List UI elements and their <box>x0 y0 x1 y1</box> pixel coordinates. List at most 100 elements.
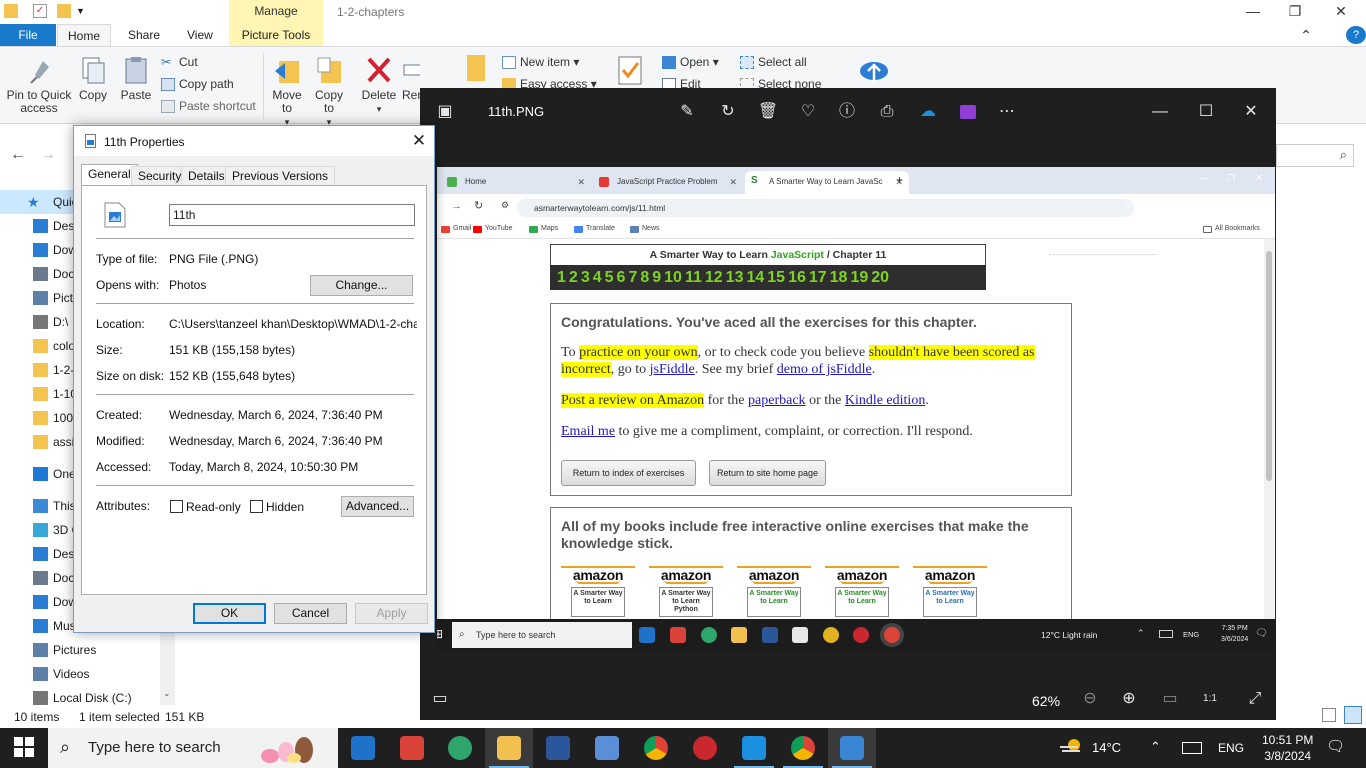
chapter-link[interactable]: 6 <box>617 265 626 290</box>
taskbar-snip[interactable] <box>388 728 436 768</box>
photos-maximize-icon[interactable]: ☐ <box>1195 101 1217 123</box>
sidebar-item[interactable]: Pict <box>0 286 75 310</box>
sidebar-item[interactable]: 1-10 <box>0 382 75 406</box>
chapter-link[interactable]: 17 <box>809 265 827 290</box>
taskbar-chrome-profile[interactable] <box>779 728 827 768</box>
sidebar-item[interactable]: 100 <box>0 406 75 430</box>
notification-icon[interactable]: 🗨 <box>1326 737 1345 755</box>
browser-menu-icon[interactable]: ⋮ <box>1257 199 1268 212</box>
delete-button[interactable]: Delete ▾ <box>360 55 398 116</box>
chapter-link[interactable]: 9 <box>652 265 661 290</box>
tab-general[interactable]: General <box>81 164 138 186</box>
chapter-link[interactable]: 16 <box>788 265 806 290</box>
select-all-button[interactable]: Select all <box>740 53 807 73</box>
chapter-link[interactable]: 19 <box>850 265 868 290</box>
book-card[interactable]: amazon A Smarter Way to Learn <box>825 566 899 626</box>
taskbar-chrome[interactable] <box>632 728 680 768</box>
tab-close-icon[interactable]: ✕ <box>577 171 585 193</box>
rotate-icon[interactable]: ↻ <box>717 101 739 123</box>
bookmark-youtube[interactable]: YouTube <box>473 225 513 233</box>
browser-minimize-icon[interactable]: — <box>1200 173 1209 183</box>
actual-size-icon[interactable]: 1:1 <box>1199 688 1221 710</box>
pin-to-quick-access-button[interactable]: Pin to Quick access <box>6 55 72 115</box>
paperback-link[interactable]: paperback <box>748 393 806 408</box>
demo-jsfiddle-link[interactable]: demo of jsFiddle <box>777 362 872 377</box>
taskbar-clock[interactable]: 10:51 PM 3/8/2024 <box>1262 732 1313 764</box>
cut-button[interactable]: ✂ Cut <box>161 53 198 73</box>
tab-share[interactable]: Share <box>118 24 170 46</box>
sidebar-item[interactable]: Videos <box>0 662 160 686</box>
sidebar-item[interactable]: Dow <box>0 238 75 262</box>
page-scroll-thumb[interactable] <box>1266 251 1272 481</box>
browser-forward-icon[interactable]: → <box>451 200 462 212</box>
new-item-button[interactable]: New item ▾ <box>502 53 579 73</box>
ok-button[interactable]: OK <box>193 603 266 624</box>
sidebar-item[interactable]: This P <box>0 494 75 518</box>
kindle-link[interactable]: Kindle edition <box>845 393 926 408</box>
bookmark-maps[interactable]: Maps <box>529 225 558 233</box>
return-to-home-button[interactable]: Return to site home page <box>709 460 826 486</box>
upload-button[interactable] <box>856 55 888 89</box>
copy-button[interactable]: Copy <box>78 55 108 102</box>
bookmark-star-icon[interactable]: ☆ <box>1122 199 1132 212</box>
scroll-down-icon[interactable]: ⌄ <box>163 688 171 699</box>
new-folder-icon[interactable] <box>57 4 71 18</box>
return-to-index-button[interactable]: Return to index of exercises <box>561 460 696 486</box>
large-icons-view-icon[interactable] <box>1344 706 1362 724</box>
details-view-icon[interactable] <box>1322 708 1336 722</box>
copy-path-button[interactable]: Copy path <box>161 75 234 95</box>
fit-to-window-icon[interactable]: ▭ <box>1159 688 1181 710</box>
filmstrip-icon[interactable]: ▭ <box>429 688 451 710</box>
tab-close-icon[interactable]: ✕ <box>729 171 737 193</box>
chapter-link[interactable]: 4 <box>593 265 602 290</box>
browser-reload-icon[interactable]: ↻ <box>474 199 483 212</box>
open-button[interactable]: Open ▾ <box>662 53 719 73</box>
dialog-close-icon[interactable]: ✕ <box>406 129 432 153</box>
favorite-heart-icon[interactable]: ♡ <box>797 101 819 123</box>
taskbar-game[interactable] <box>681 728 729 768</box>
tab-file[interactable]: File <box>0 24 56 46</box>
chapter-link[interactable]: 18 <box>830 265 848 290</box>
chapter-link[interactable]: 7 <box>628 265 637 290</box>
back-arrow-icon[interactable]: ← <box>10 146 26 164</box>
sidebar-item[interactable]: Doc <box>0 566 75 590</box>
full-screen-icon[interactable]: ⤢ <box>1244 688 1266 710</box>
photos-close-icon[interactable]: ✕ <box>1240 101 1262 123</box>
book-card[interactable]: amazon A Smarter Way to Learn <box>913 566 987 626</box>
taskbar-store[interactable] <box>583 728 631 768</box>
sidebar-item[interactable]: Desk <box>0 214 75 238</box>
sidebar-item[interactable]: D:\ <box>0 310 75 334</box>
sidebar-item[interactable]: Doc <box>0 262 75 286</box>
sidebar-item[interactable]: 3D O <box>0 518 75 542</box>
sidebar-item[interactable]: Dow <box>0 590 75 614</box>
chapter-link[interactable]: 12 <box>705 265 723 290</box>
book-card[interactable]: amazon A Smarter Way to Learn <box>737 566 811 626</box>
taskbar-word[interactable] <box>534 728 582 768</box>
tab-home[interactable]: Home <box>57 24 112 46</box>
minimize-icon[interactable]: — <box>1230 0 1276 24</box>
sidebar-item[interactable]: ★ Quick <box>0 190 75 214</box>
customize-toolbar-icon[interactable]: ▼ <box>76 4 90 18</box>
tab-previous-versions[interactable]: Previous Versions <box>225 166 336 186</box>
sidebar-item[interactable]: Mus <box>0 614 75 638</box>
sidebar-item[interactable]: Desk <box>0 542 75 566</box>
chapter-link[interactable]: 1 <box>557 265 566 290</box>
photos-gallery-icon[interactable]: ▣ <box>434 101 456 123</box>
info-icon[interactable]: ⓘ <box>836 101 858 123</box>
keyboard-icon[interactable] <box>1182 742 1202 754</box>
browser-tab-js-practice[interactable]: JavaScript Practice Problem ✕ <box>593 171 743 194</box>
chapter-link[interactable]: 2 <box>569 265 578 290</box>
tab-picture-tools[interactable]: Picture Tools <box>229 24 323 46</box>
browser-tab-home[interactable]: Home ✕ <box>441 171 591 194</box>
onedrive-cloud-icon[interactable]: ☁ <box>917 101 939 123</box>
folder-icon[interactable] <box>4 4 18 18</box>
sidebar-item[interactable]: 1-2- <box>0 358 75 382</box>
displayed-screenshot[interactable]: Home ✕ JavaScript Practice Problem ✕ S A Sm… <box>437 167 1275 651</box>
manage-contextual-tab[interactable]: Manage <box>229 0 323 24</box>
edit-image-icon[interactable]: ✎ <box>676 101 698 123</box>
bookmark-translate[interactable]: Translate <box>574 225 615 233</box>
clipchamp-icon[interactable] <box>957 101 979 123</box>
zoom-in-icon[interactable]: ⊕ <box>1118 688 1140 710</box>
chapter-link[interactable]: 8 <box>640 265 649 290</box>
print-icon[interactable]: ⎙ <box>876 101 898 123</box>
